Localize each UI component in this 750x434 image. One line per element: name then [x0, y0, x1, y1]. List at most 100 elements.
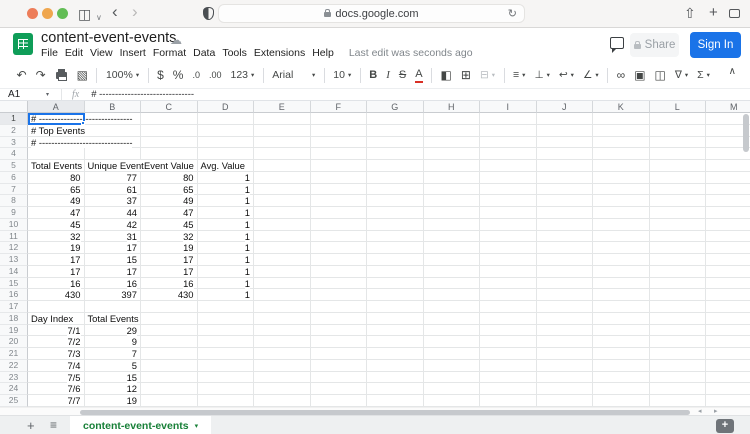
- cell-D18[interactable]: [198, 313, 255, 325]
- row-header-4[interactable]: 4: [0, 148, 28, 160]
- cell-J8[interactable]: [537, 195, 594, 207]
- cell-A18[interactable]: Day Index: [28, 313, 85, 325]
- cell-B22[interactable]: 5: [85, 360, 142, 372]
- cell-C5[interactable]: Event Value: [141, 160, 198, 172]
- cell-K7[interactable]: [593, 184, 650, 196]
- cell-K1[interactable]: [593, 113, 650, 125]
- cell-F5[interactable]: [311, 160, 368, 172]
- cell-M19[interactable]: [706, 325, 750, 337]
- sheet-tab[interactable]: content-event-events ▾: [70, 416, 211, 434]
- cell-H12[interactable]: [424, 242, 481, 254]
- cell-M21[interactable]: [706, 348, 750, 360]
- menu-view[interactable]: View: [90, 47, 113, 59]
- cell-K9[interactable]: [593, 207, 650, 219]
- cell-E16[interactable]: [254, 289, 311, 301]
- cell-B14[interactable]: 17: [85, 266, 142, 278]
- cell-I9[interactable]: [480, 207, 537, 219]
- cell-F15[interactable]: [311, 278, 368, 290]
- cell-B20[interactable]: 9: [85, 336, 142, 348]
- cell-F7[interactable]: [311, 184, 368, 196]
- cell-L4[interactable]: [650, 148, 707, 160]
- address-bar[interactable]: docs.google.com ↻: [218, 4, 525, 23]
- cell-A25[interactable]: 7/7: [28, 395, 85, 407]
- cell-G4[interactable]: [367, 148, 424, 160]
- cell-L8[interactable]: [650, 195, 707, 207]
- cell-E13[interactable]: [254, 254, 311, 266]
- cell-G18[interactable]: [367, 313, 424, 325]
- cell-I16[interactable]: [480, 289, 537, 301]
- column-header-G[interactable]: G: [367, 101, 424, 113]
- cell-I19[interactable]: [480, 325, 537, 337]
- cell-L15[interactable]: [650, 278, 707, 290]
- cell-A19[interactable]: 7/1: [28, 325, 85, 337]
- cell-E2[interactable]: [254, 125, 311, 137]
- cell-L23[interactable]: [650, 372, 707, 384]
- cell-I7[interactable]: [480, 184, 537, 196]
- cell-F25[interactable]: [311, 395, 368, 407]
- cell-F12[interactable]: [311, 242, 368, 254]
- cell-M22[interactable]: [706, 360, 750, 372]
- cell-L7[interactable]: [650, 184, 707, 196]
- cell-M7[interactable]: [706, 184, 750, 196]
- cell-D22[interactable]: [198, 360, 255, 372]
- cell-E15[interactable]: [254, 278, 311, 290]
- cell-L11[interactable]: [650, 231, 707, 243]
- italic-button[interactable]: I: [382, 65, 395, 85]
- cell-A14[interactable]: 17: [28, 266, 85, 278]
- cell-E6[interactable]: [254, 172, 311, 184]
- cell-H22[interactable]: [424, 360, 481, 372]
- cell-M23[interactable]: [706, 372, 750, 384]
- cell-I22[interactable]: [480, 360, 537, 372]
- privacy-shield-icon[interactable]: [203, 7, 214, 20]
- cell-H1[interactable]: [424, 113, 481, 125]
- cell-C14[interactable]: 17: [141, 266, 198, 278]
- cell-J7[interactable]: [537, 184, 594, 196]
- cell-A1[interactable]: # ------------------------------: [28, 113, 85, 125]
- cell-H2[interactable]: [424, 125, 481, 137]
- redo-button[interactable]: ↷: [31, 65, 50, 85]
- cell-A24[interactable]: 7/6: [28, 383, 85, 395]
- cell-F24[interactable]: [311, 383, 368, 395]
- functions-dropdown[interactable]: Σ▾: [693, 65, 715, 85]
- zoom-window-button[interactable]: [57, 8, 68, 19]
- cell-L5[interactable]: [650, 160, 707, 172]
- cell-D15[interactable]: 1: [198, 278, 255, 290]
- cell-J3[interactable]: [537, 137, 594, 149]
- cell-M5[interactable]: [706, 160, 750, 172]
- cell-H7[interactable]: [424, 184, 481, 196]
- share-button[interactable]: Share: [630, 33, 679, 57]
- cell-E3[interactable]: [254, 137, 311, 149]
- cell-H21[interactable]: [424, 348, 481, 360]
- cell-L16[interactable]: [650, 289, 707, 301]
- cell-C20[interactable]: [141, 336, 198, 348]
- cell-C10[interactable]: 45: [141, 219, 198, 231]
- cell-B6[interactable]: 77: [85, 172, 142, 184]
- cell-I5[interactable]: [480, 160, 537, 172]
- cell-F11[interactable]: [311, 231, 368, 243]
- cell-M25[interactable]: [706, 395, 750, 407]
- cell-A8[interactable]: 49: [28, 195, 85, 207]
- cell-L2[interactable]: [650, 125, 707, 137]
- cell-K23[interactable]: [593, 372, 650, 384]
- cell-K21[interactable]: [593, 348, 650, 360]
- cell-I13[interactable]: [480, 254, 537, 266]
- cell-A16[interactable]: 430: [28, 289, 85, 301]
- cell-A9[interactable]: 47: [28, 207, 85, 219]
- cell-K13[interactable]: [593, 254, 650, 266]
- cell-G9[interactable]: [367, 207, 424, 219]
- cell-G25[interactable]: [367, 395, 424, 407]
- cell-H17[interactable]: [424, 301, 481, 313]
- cell-B10[interactable]: 42: [85, 219, 142, 231]
- menu-format[interactable]: Format: [153, 47, 186, 59]
- cell-J14[interactable]: [537, 266, 594, 278]
- cell-I15[interactable]: [480, 278, 537, 290]
- menu-data[interactable]: Data: [193, 47, 215, 59]
- cell-G1[interactable]: [367, 113, 424, 125]
- cell-H8[interactable]: [424, 195, 481, 207]
- cell-J2[interactable]: [537, 125, 594, 137]
- cell-F17[interactable]: [311, 301, 368, 313]
- cell-G11[interactable]: [367, 231, 424, 243]
- cell-D19[interactable]: [198, 325, 255, 337]
- cell-D24[interactable]: [198, 383, 255, 395]
- cell-E4[interactable]: [254, 148, 311, 160]
